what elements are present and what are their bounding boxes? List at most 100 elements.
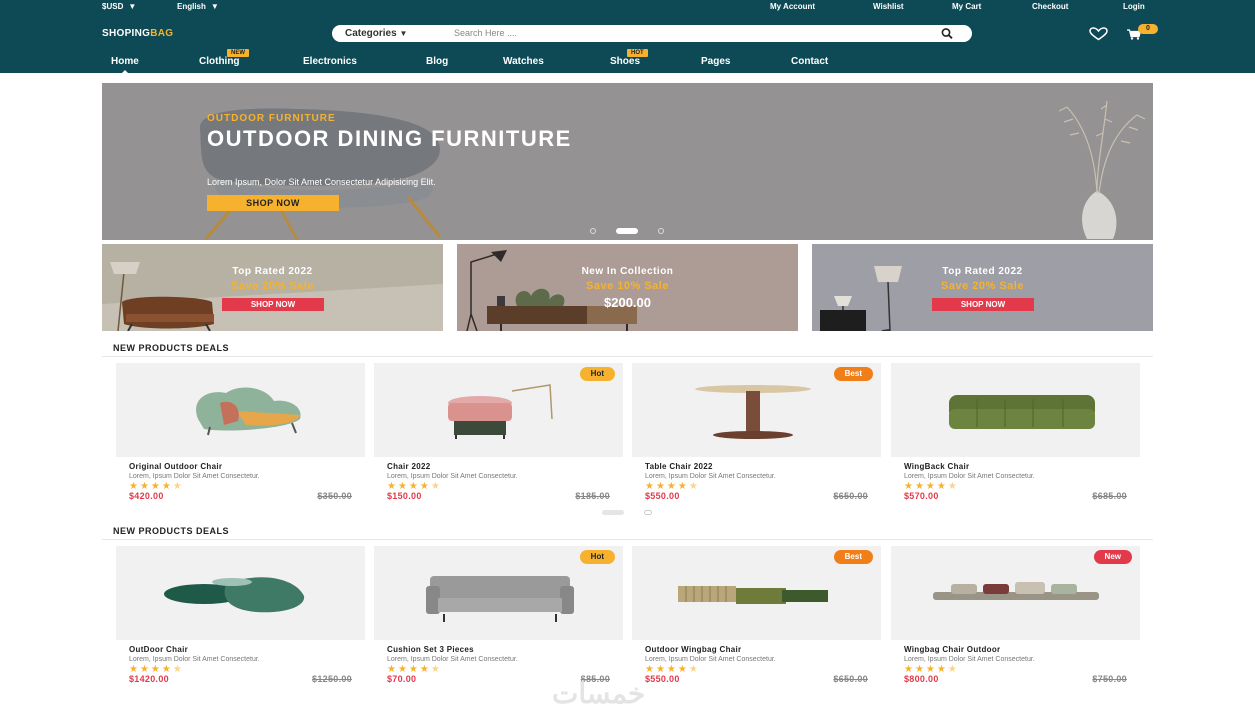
nav-pages[interactable]: Pages [701, 56, 730, 67]
nav-home[interactable]: Home [111, 56, 139, 74]
watermark-logo: خمسات [552, 678, 646, 709]
product-description: Lorem, Ipsum Dolor Sit Amet Consectetur. [904, 473, 1035, 480]
promo-1-title: Top Rated 2022 [232, 266, 313, 277]
product-old-price: $650.00 [833, 491, 868, 501]
nav-hot-badge: HOT [627, 49, 648, 57]
product-name[interactable]: Original Outdoor Chair [129, 462, 222, 471]
product-old-price: $685.00 [1092, 491, 1127, 501]
logo-text: SHOPING [102, 28, 151, 39]
hero-slider: OUTDOOR FURNITURE OUTDOOR DINING FURNITU… [102, 83, 1153, 240]
sofa-icon [949, 395, 1095, 429]
site-header: $USD ▼ English ▼ My Account Wishlist My Ca… [0, 0, 1255, 74]
section-divider [102, 539, 1153, 540]
login-link[interactable]: Login [1123, 2, 1145, 11]
product-name[interactable]: Cushion Set 3 Pieces [387, 645, 474, 654]
promo-2-title: New In Collection [581, 266, 674, 277]
product-name[interactable]: Table Chair 2022 [645, 462, 713, 471]
product-old-price: $350.00 [317, 491, 352, 501]
new-badge: New [1093, 550, 1132, 564]
hero-title: OUTDOOR DINING FURNITURE [207, 126, 572, 151]
nav-shoes[interactable]: Shoes [610, 56, 640, 67]
site-logo[interactable]: SHOPINGBAG [102, 28, 173, 39]
product-old-price: $750.00 [1092, 674, 1127, 684]
product-description: Lorem, Ipsum Dolor Sit Amet Consectetur. [129, 656, 260, 663]
product-name[interactable]: Wingbag Chair Outdoor [904, 645, 1000, 654]
category-label: Categories [345, 28, 397, 39]
nav-clothing[interactable]: Clothing [199, 56, 240, 67]
product-description: Lorem, Ipsum Dolor Sit Amet Consectetur. [645, 656, 776, 663]
wishlist-link[interactable]: Wishlist [873, 2, 904, 11]
category-dropdown[interactable]: Categories ▼ [345, 28, 407, 39]
product-price: $420.00 [129, 491, 164, 501]
product-description: Lorem, Ipsum Dolor Sit Amet Consectetur. [129, 473, 260, 480]
language-value: English [177, 2, 206, 11]
promo-banner-2[interactable]: New In Collection Save 10% Sale $200.00 [457, 244, 798, 331]
caret-down-icon: ▼ [210, 2, 219, 11]
best-badge: Best [833, 550, 873, 564]
carousel-dot-active[interactable] [602, 510, 624, 515]
slider-dot[interactable] [590, 228, 596, 234]
ottoman-icon [164, 577, 305, 613]
my-cart-link[interactable]: My Cart [952, 2, 981, 11]
promo-banner-1[interactable]: Top Rated 2022 Save 20% Sale SHOP NOW [102, 244, 443, 331]
product-price: $70.00 [387, 674, 417, 684]
promo-2-offer: Save 10% Sale [586, 280, 669, 292]
caret-down-icon: ▼ [128, 2, 137, 11]
currency-selector[interactable]: $USD ▼ [102, 2, 136, 11]
lounge-chair-icon [196, 387, 301, 436]
product-name[interactable]: Outdoor Wingbag Chair [645, 645, 741, 654]
carousel-pagination [602, 510, 662, 516]
product-price: $1420.00 [129, 674, 169, 684]
section-divider [102, 356, 1153, 357]
promo-3-shop-now-button[interactable]: SHOP NOW [932, 298, 1034, 311]
slider-dot[interactable] [658, 228, 664, 234]
section-title: NEW PRODUCTS DEALS [113, 526, 230, 536]
product-description: Lorem, Ipsum Dolor Sit Amet Consectetur. [645, 473, 776, 480]
search-input[interactable]: Search Here .... [454, 28, 517, 38]
checkout-link[interactable]: Checkout [1032, 2, 1068, 11]
section-title: NEW PRODUCTS DEALS [113, 343, 230, 353]
promo-1-offer: Save 20% Sale [231, 280, 314, 292]
product-image [116, 546, 365, 640]
product-price: $800.00 [904, 674, 939, 684]
product-old-price: $1250.00 [312, 674, 352, 684]
nav-contact[interactable]: Contact [791, 56, 828, 67]
hero-shop-now-button[interactable]: SHOP NOW [207, 195, 339, 211]
product-name[interactable]: OutDoor Chair [129, 645, 188, 654]
product-name[interactable]: WingBack Chair [904, 462, 969, 471]
product-description: Lorem, Ipsum Dolor Sit Amet Consectetur. [904, 656, 1035, 663]
nav-electronics[interactable]: Electronics [303, 56, 357, 67]
promo-1-shop-now-button[interactable]: SHOP NOW [222, 298, 324, 311]
carousel-dot[interactable] [644, 510, 652, 515]
logo-accent-text: BAG [150, 28, 174, 39]
search-bar: Categories ▼ Search Here .... [332, 25, 972, 42]
product-price: $570.00 [904, 491, 939, 501]
promo-3-title: Top Rated 2022 [942, 266, 1023, 277]
product-image [891, 363, 1140, 457]
hero-subtitle: OUTDOOR FURNITURE [207, 113, 336, 124]
promo-2-price: $200.00 [604, 295, 651, 310]
currency-value: $USD [102, 2, 124, 11]
hero-vase-plant-image [1058, 100, 1146, 239]
nav-new-badge: NEW [227, 49, 249, 57]
nav-watches[interactable]: Watches [503, 56, 544, 67]
product-description: Lorem, Ipsum Dolor Sit Amet Consectetur. [387, 473, 518, 480]
language-selector[interactable]: English ▼ [177, 2, 219, 11]
promo-banner-3[interactable]: Top Rated 2022 Save 20% Sale SHOP NOW [812, 244, 1153, 331]
nav-blog[interactable]: Blog [426, 56, 448, 67]
product-old-price: $650.00 [833, 674, 868, 684]
product-price: $150.00 [387, 491, 422, 501]
hot-badge: Hot [579, 550, 615, 564]
caret-down-icon: ▼ [399, 29, 408, 38]
slider-pagination [586, 228, 676, 234]
best-badge: Best [833, 367, 873, 381]
search-icon[interactable] [940, 27, 954, 40]
product-price: $550.00 [645, 491, 680, 501]
promo-3-offer: Save 20% Sale [941, 280, 1024, 292]
cart-count-badge: 0 [1138, 24, 1158, 34]
heart-icon[interactable] [1088, 27, 1109, 41]
slider-dot-active[interactable] [616, 228, 638, 234]
product-name[interactable]: Chair 2022 [387, 462, 430, 471]
product-image [116, 363, 365, 457]
my-account-link[interactable]: My Account [770, 2, 815, 11]
